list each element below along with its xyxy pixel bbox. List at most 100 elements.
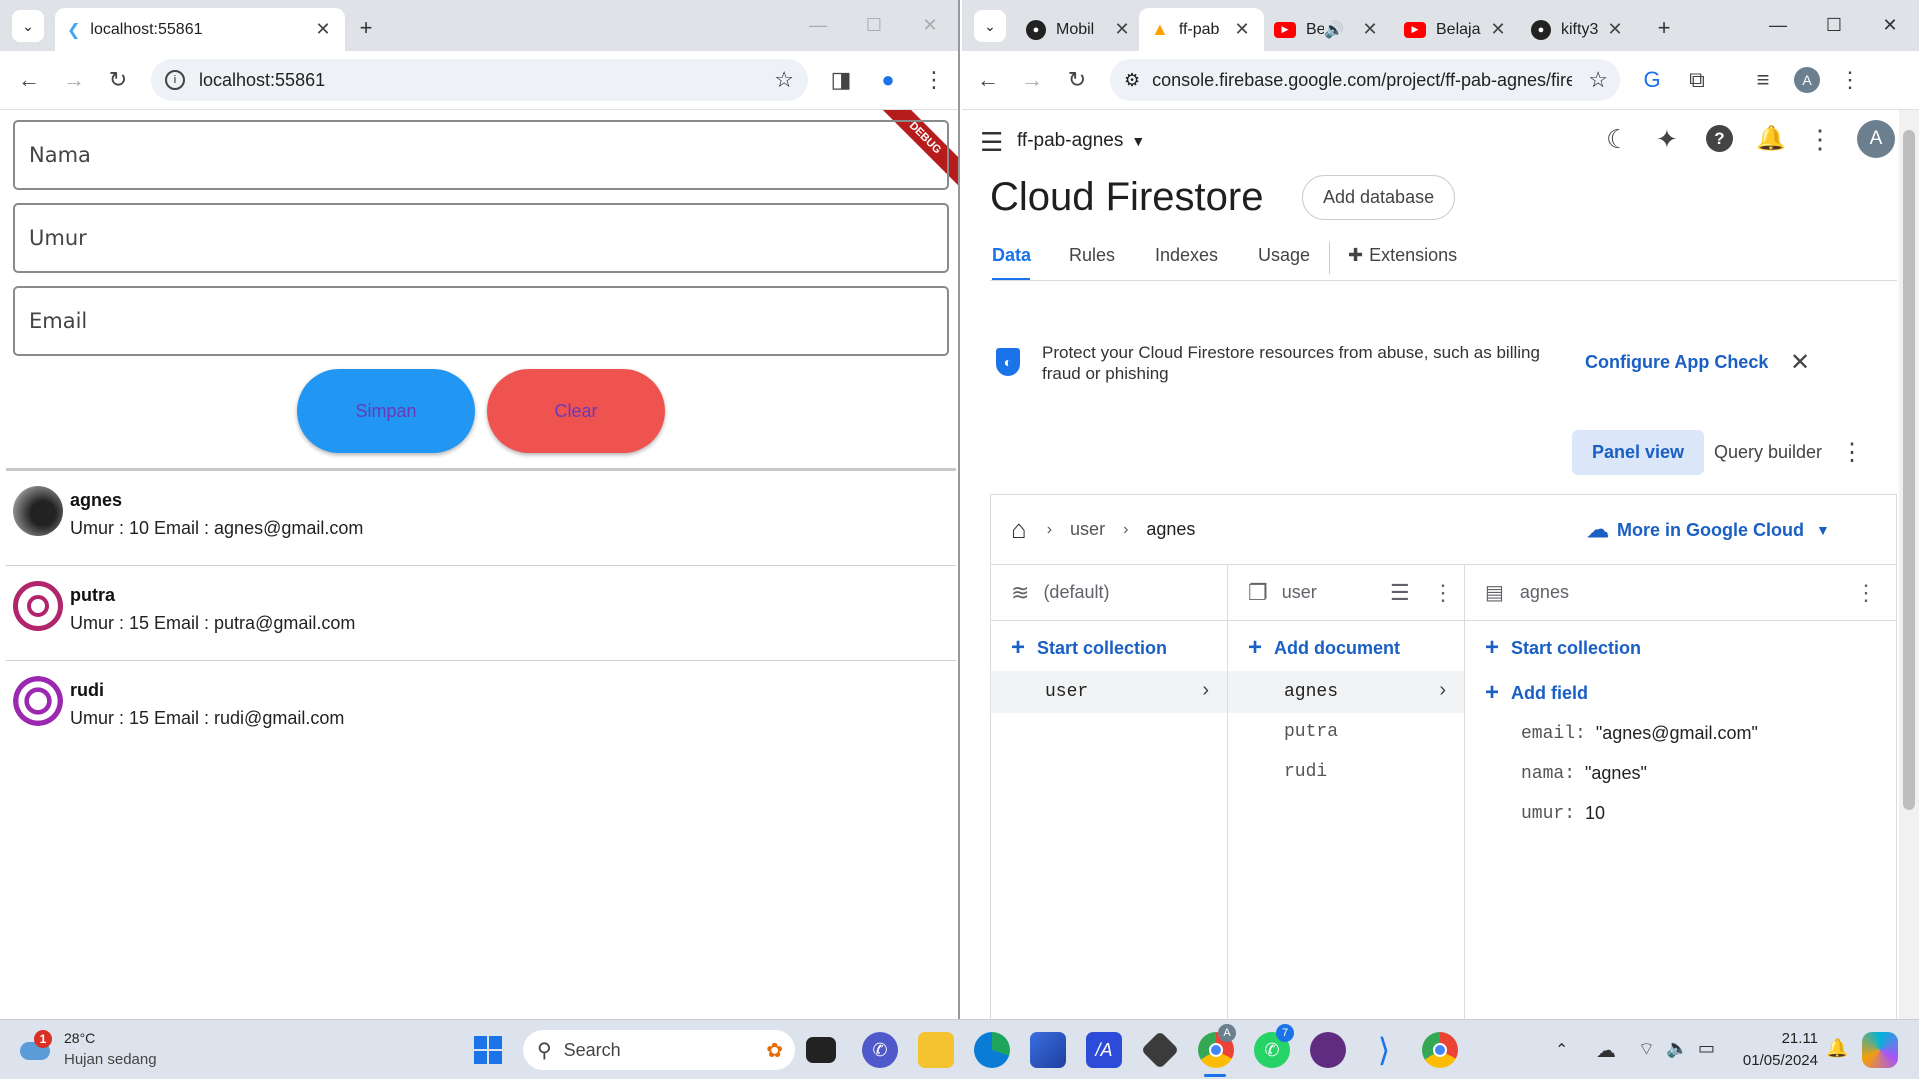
onedrive-icon[interactable]: ☁ xyxy=(1596,1038,1616,1063)
site-info-icon[interactable]: i xyxy=(165,70,185,90)
close-tab-icon[interactable]: ✕ xyxy=(1360,19,1380,40)
copilot-icon[interactable] xyxy=(1862,1032,1898,1068)
breadcrumb-document[interactable]: agnes xyxy=(1146,519,1195,540)
bookmark-star-icon[interactable]: ☆ xyxy=(774,67,794,93)
close-tab-icon[interactable]: ✕ xyxy=(1488,19,1508,40)
bookmark-star-icon[interactable]: ☆ xyxy=(1588,67,1608,93)
more-options-icon[interactable]: ⋮ xyxy=(1807,124,1833,155)
tab-mobil[interactable]: ● Mobil ✕ xyxy=(1014,8,1144,51)
tab-usage[interactable]: Usage xyxy=(1258,245,1310,266)
edge-icon[interactable] xyxy=(974,1032,1010,1068)
volume-icon[interactable]: 🔈 xyxy=(1666,1038,1688,1059)
tab-indexes[interactable]: Indexes xyxy=(1155,245,1218,266)
tab-belaja[interactable]: ▶ Belaja ✕ xyxy=(1392,8,1520,51)
close-window-icon[interactable]: ✕ xyxy=(1862,0,1918,51)
whatsapp-icon[interactable]: ✆ 7 xyxy=(1254,1024,1294,1068)
notification-center-icon[interactable]: 🔔 xyxy=(1826,1038,1848,1059)
clear-button[interactable]: Clear xyxy=(487,369,665,453)
add-document-button[interactable]: + Add document xyxy=(1248,627,1400,669)
collection-options-icon[interactable]: ⋮ xyxy=(1432,580,1454,606)
tab-kifty[interactable]: ● kifty3 ✕ xyxy=(1519,8,1637,51)
start-collection-button[interactable]: + Start collection xyxy=(1485,627,1641,669)
start-collection-button[interactable]: + Start collection xyxy=(1011,627,1167,669)
account-avatar[interactable]: A xyxy=(1857,120,1895,158)
menu-dots-icon[interactable]: ⋮ xyxy=(1835,65,1865,95)
battery-icon[interactable]: ▭ xyxy=(1698,1038,1715,1059)
document-item-putra[interactable]: putra xyxy=(1284,722,1338,742)
tab-extensions[interactable]: ✚ Extensions xyxy=(1348,245,1457,266)
close-tab-icon[interactable]: ✕ xyxy=(1232,19,1252,40)
maximize-icon[interactable]: ☐ xyxy=(1806,0,1862,51)
home-icon[interactable]: ⌂ xyxy=(1011,514,1027,545)
add-database-button[interactable]: Add database xyxy=(1302,175,1456,220)
close-window-icon[interactable]: ✕ xyxy=(902,0,958,51)
tab-ff-pab[interactable]: ▲ ff-pab ✕ xyxy=(1139,8,1264,51)
close-tab-icon[interactable]: ✕ xyxy=(313,19,333,40)
filter-icon[interactable]: ☰ xyxy=(1390,580,1410,606)
list-item[interactable]: putra Umur : 15 Email : putra@gmail.com xyxy=(6,567,956,661)
umur-field[interactable]: Umur xyxy=(13,203,949,273)
profile-icon[interactable]: ● xyxy=(873,65,903,95)
field-row[interactable]: email: "agnes@gmail.com" xyxy=(1521,723,1758,744)
configure-app-check-link[interactable]: Configure App Check xyxy=(1585,352,1768,373)
back-icon[interactable]: ← xyxy=(14,65,44,95)
site-settings-icon[interactable]: ⚙ xyxy=(1124,70,1140,91)
clock-date[interactable]: 01/05/2024 xyxy=(1738,1052,1818,1069)
list-item[interactable]: agnes Umur : 10 Email : agnes@gmail.com xyxy=(6,472,956,566)
forward-icon[interactable]: → xyxy=(59,65,89,95)
document-item-rudi[interactable]: rudi xyxy=(1284,762,1327,782)
more-in-google-cloud[interactable]: ☁ More in Google Cloud ▼ xyxy=(1587,517,1830,543)
android-studio-icon[interactable]: /A xyxy=(1086,1032,1122,1068)
forward-icon[interactable]: → xyxy=(1017,65,1047,95)
store-icon[interactable] xyxy=(1030,1032,1066,1068)
nama-field[interactable]: Nama xyxy=(13,120,949,190)
field-row[interactable]: nama: "agnes" xyxy=(1521,763,1647,784)
panel-view-button[interactable]: Panel view xyxy=(1572,430,1705,475)
notifications-icon[interactable]: 🔔 xyxy=(1756,124,1786,153)
weather-icon[interactable]: 1 xyxy=(20,1030,54,1064)
wifi-icon[interactable]: ⌔ xyxy=(1638,1038,1655,1061)
help-icon[interactable]: ? xyxy=(1706,125,1733,152)
dark-mode-icon[interactable]: ☾ xyxy=(1606,124,1629,155)
gemini-icon[interactable]: ✦ xyxy=(1656,124,1678,155)
add-field-button[interactable]: + Add field xyxy=(1485,673,1588,713)
vscode-icon[interactable]: ⟩ xyxy=(1366,1032,1402,1068)
side-panel-icon[interactable]: ◨ xyxy=(826,65,856,95)
media-control-icon[interactable]: ≡ xyxy=(1748,65,1778,95)
tab-localhost[interactable]: ❮ localhost:55861 ✕ xyxy=(55,8,345,51)
email-field[interactable]: Email xyxy=(13,286,949,356)
unity-icon[interactable] xyxy=(1140,1030,1180,1070)
minimize-icon[interactable]: — xyxy=(1750,0,1806,51)
taskbar-search[interactable]: ⚲ Search ✿ xyxy=(523,1030,795,1070)
tab-be[interactable]: ▶ Be 🔊 ✕ xyxy=(1262,8,1392,51)
obs-icon[interactable] xyxy=(1310,1032,1346,1068)
tab-search-icon[interactable]: ⌄ xyxy=(12,10,44,42)
document-options-icon[interactable]: ⋮ xyxy=(1855,580,1877,606)
scrollbar[interactable] xyxy=(1899,110,1919,1019)
address-bar[interactable]: ⚙ console.firebase.google.com/project/ff… xyxy=(1110,59,1620,101)
hamburger-menu-icon[interactable]: ☰ xyxy=(980,127,1003,158)
audio-playing-icon[interactable]: 🔊 xyxy=(1324,20,1344,40)
view-options-icon[interactable]: ⋮ xyxy=(1840,438,1864,467)
teams-icon[interactable]: ✆ xyxy=(862,1032,898,1068)
task-view-icon[interactable] xyxy=(806,1037,836,1063)
list-item[interactable]: rudi Umur : 15 Email : rudi@gmail.com xyxy=(6,662,956,756)
query-builder-button[interactable]: Query builder xyxy=(1714,430,1822,475)
field-row[interactable]: umur: 10 xyxy=(1521,803,1605,824)
menu-dots-icon[interactable]: ⋮ xyxy=(919,65,949,95)
tab-data[interactable]: Data xyxy=(992,245,1031,266)
windows-start-icon[interactable] xyxy=(474,1036,502,1064)
chrome-icon[interactable] xyxy=(1422,1032,1458,1068)
profile-avatar[interactable]: A xyxy=(1794,67,1820,93)
reload-icon[interactable]: ↻ xyxy=(103,65,133,95)
new-tab-icon[interactable]: + xyxy=(1650,14,1678,42)
file-explorer-icon[interactable] xyxy=(918,1032,954,1068)
tab-search-icon[interactable]: ⌄ xyxy=(974,10,1006,42)
new-tab-icon[interactable]: + xyxy=(352,14,380,42)
collection-item-user[interactable]: user › xyxy=(991,671,1227,713)
tray-overflow-icon[interactable]: ⌃ xyxy=(1555,1040,1568,1060)
chrome-icon[interactable]: A xyxy=(1198,1024,1236,1068)
document-item-agnes[interactable]: agnes › xyxy=(1228,671,1464,713)
reload-icon[interactable]: ↻ xyxy=(1062,65,1092,95)
extensions-icon[interactable]: ⧉ xyxy=(1682,65,1712,95)
